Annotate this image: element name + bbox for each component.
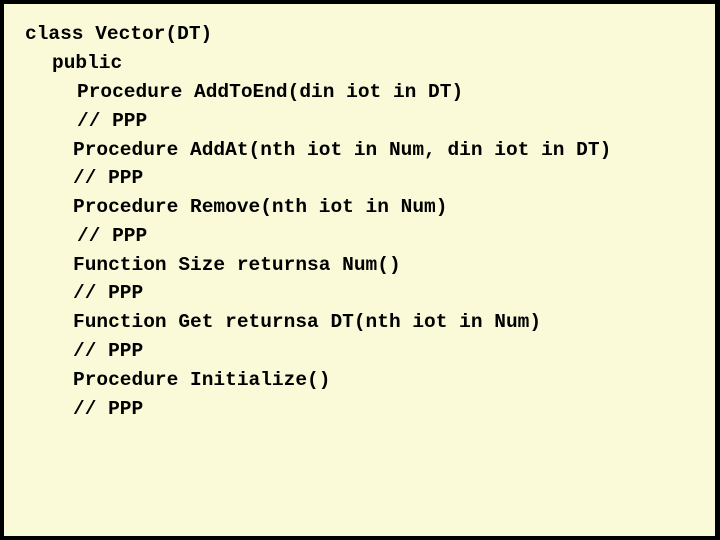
method-get: Function Get returnsa DT(nth iot in Num)	[73, 311, 542, 333]
method-add-at: Procedure AddAt(nth iot in Num, din iot …	[73, 139, 612, 161]
comment-add-to-end: // PPP	[77, 110, 148, 132]
method-remove: Procedure Remove(nth iot in Num)	[73, 196, 448, 218]
comment-initialize: // PPP	[73, 398, 144, 420]
comment-add-at: // PPP	[73, 167, 144, 189]
comment-remove: // PPP	[77, 225, 148, 247]
comment-size: // PPP	[73, 282, 144, 304]
access-modifier: public	[52, 52, 123, 74]
class-declaration: class Vector(DT)	[25, 23, 213, 45]
comment-get: // PPP	[73, 340, 144, 362]
method-size: Function Size returnsa Num()	[73, 254, 401, 276]
method-initialize: Procedure Initialize()	[73, 369, 331, 391]
method-add-to-end: Procedure AddToEnd(din iot in DT)	[77, 81, 464, 103]
slide-panel: class Vector(DT) public Procedure AddToE…	[4, 4, 715, 536]
